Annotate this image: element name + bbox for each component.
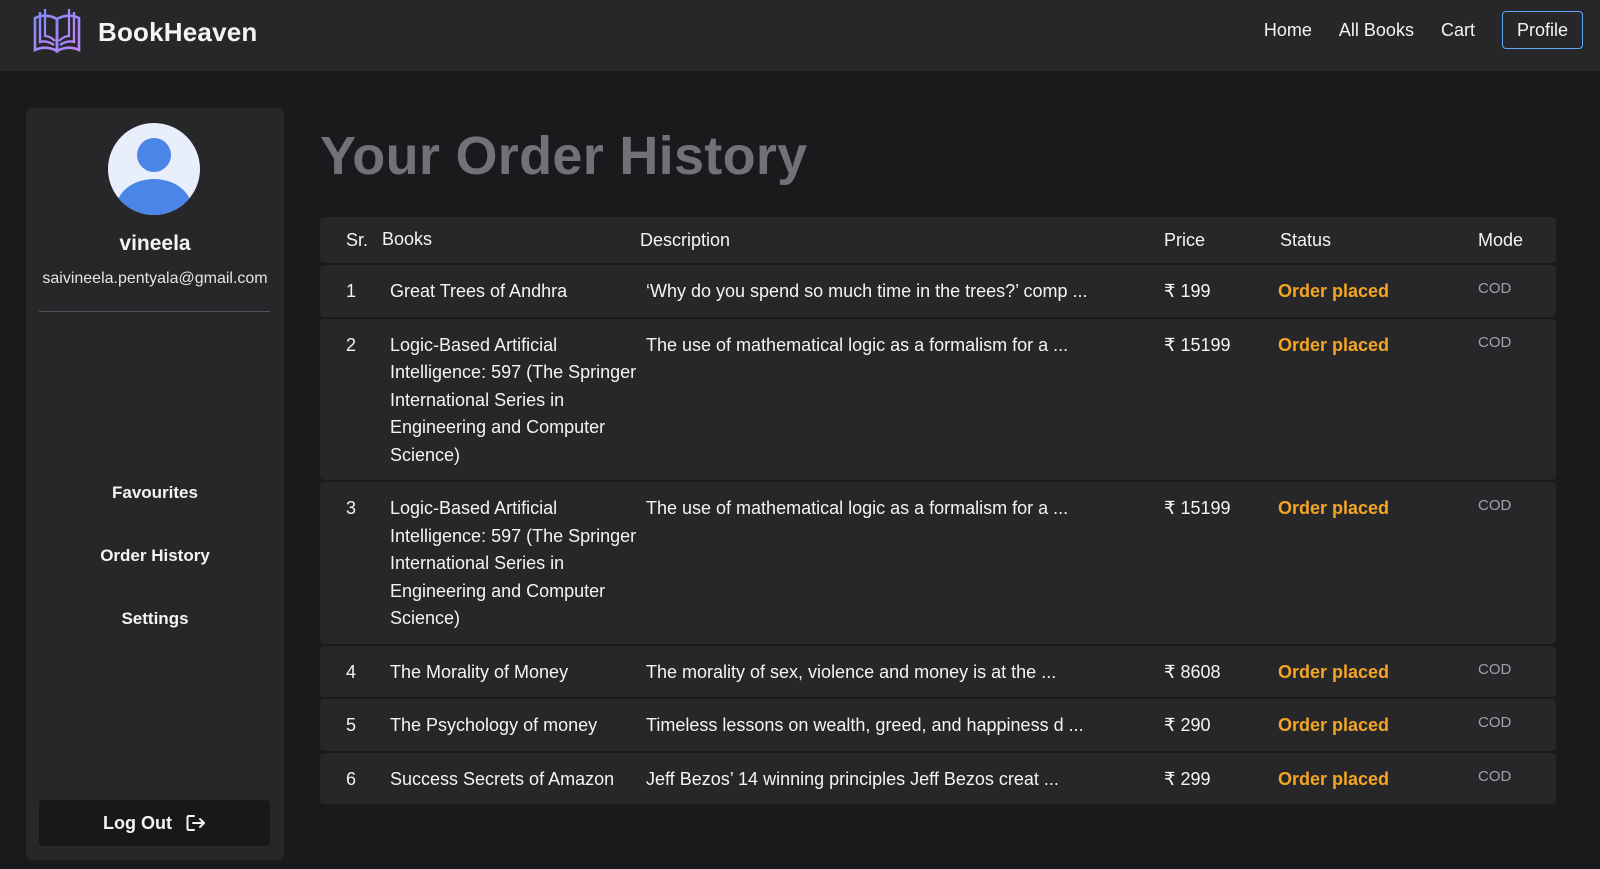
open-book-icon (33, 9, 81, 54)
order-description: The morality of sex, violence and money … (646, 661, 1057, 682)
nav-all-books-link[interactable]: All Books (1339, 20, 1414, 41)
order-description: The use of mathematical logic as a forma… (646, 334, 1069, 355)
order-status: Order placed (1278, 715, 1390, 735)
table-row: 6 Success Secrets of Amazon Jeff Bezos’ … (320, 752, 1556, 804)
table-row: 2 Logic-Based Artificial Intelligence: 5… (320, 318, 1556, 480)
header-books: Books (382, 229, 433, 250)
sidebar-item-favourites[interactable]: Favourites (26, 483, 284, 503)
page-title: Your Order History (320, 126, 808, 186)
user-name: vineela (119, 232, 191, 255)
order-status: Order placed (1278, 661, 1390, 682)
order-book-title[interactable]: Great Trees of Andhra (376, 278, 640, 306)
top-navbar: BookHeaven Home All Books Cart Profile (0, 0, 1600, 71)
header-description: Description (640, 229, 731, 250)
brand-name: BookHeaven (98, 16, 258, 47)
header-status: Status (1280, 229, 1332, 250)
profile-sidebar: vineela saivineela.pentyala@gmail.com Fa… (26, 108, 284, 860)
order-description: ‘Why do you spend so much time in the tr… (646, 281, 1088, 301)
order-price: ₹ 8608 (1164, 661, 1221, 682)
order-mode: COD (1478, 497, 1512, 514)
user-email: saivineela.pentyala@gmail.com (42, 270, 268, 287)
order-status: Order placed (1278, 334, 1390, 355)
order-sr: 5 (346, 715, 357, 735)
nav-profile-button[interactable]: Profile (1501, 11, 1583, 49)
brand[interactable]: BookHeaven (32, 8, 258, 56)
order-status: Order placed (1278, 498, 1390, 518)
order-price: ₹ 290 (1164, 715, 1211, 735)
header-price: Price (1164, 229, 1206, 250)
nav-home-link[interactable]: Home (1264, 20, 1312, 41)
order-mode: COD (1478, 660, 1512, 678)
order-description: Jeff Bezos’ 14 winning principles Jeff B… (646, 768, 1059, 789)
order-mode: COD (1478, 714, 1512, 731)
order-description: Timeless lessons on wealth, greed, and h… (646, 715, 1084, 735)
sidebar-item-order-history[interactable]: Order History (26, 546, 284, 566)
table-row: 1 Great Trees of Andhra ‘Why do you spen… (320, 265, 1556, 317)
order-book-title[interactable]: The Psychology of money (376, 712, 640, 740)
sidebar-item-settings[interactable]: Settings (26, 609, 284, 629)
order-mode: COD (1478, 767, 1512, 785)
logout-button[interactable]: Log Out (39, 800, 270, 846)
order-book-title[interactable]: Success Secrets of Amazon (376, 766, 640, 794)
header-sr: Sr. (346, 229, 369, 250)
order-mode: COD (1478, 280, 1512, 297)
nav-links: Home All Books Cart Profile (1264, 11, 1583, 49)
order-history-table: Sr. Books Description Price Status Mode … (320, 217, 1556, 804)
user-avatar-icon (108, 123, 200, 215)
order-sr: 4 (346, 661, 357, 682)
table-row: 3 Logic-Based Artificial Intelligence: 5… (320, 482, 1556, 644)
header-mode: Mode (1478, 229, 1524, 250)
order-status: Order placed (1278, 281, 1390, 301)
table-row: 4 The Morality of Money The morality of … (320, 645, 1556, 697)
order-sr: 2 (346, 334, 357, 355)
order-sr: 3 (346, 498, 357, 518)
logout-label: Log Out (103, 812, 172, 833)
order-sr: 1 (346, 281, 357, 301)
order-price: ₹ 299 (1164, 768, 1211, 789)
nav-cart-link[interactable]: Cart (1441, 20, 1475, 41)
table-row: 5 The Psychology of money Timeless lesso… (320, 699, 1556, 751)
order-price: ₹ 15199 (1164, 334, 1231, 355)
order-sr: 6 (346, 768, 357, 789)
order-mode: COD (1478, 333, 1512, 351)
table-header-row: Sr. Books Description Price Status Mode (320, 217, 1556, 263)
order-price: ₹ 199 (1164, 281, 1211, 301)
order-price: ₹ 15199 (1164, 498, 1231, 518)
order-book-title[interactable]: Logic-Based Artificial Intelligence: 597… (376, 495, 640, 633)
sidebar-divider (39, 311, 270, 312)
order-book-title[interactable]: Logic-Based Artificial Intelligence: 597… (376, 332, 640, 470)
logout-arrow-icon (186, 815, 205, 831)
order-status: Order placed (1278, 768, 1390, 789)
order-book-title[interactable]: The Morality of Money (376, 659, 640, 687)
order-description: The use of mathematical logic as a forma… (646, 498, 1069, 518)
